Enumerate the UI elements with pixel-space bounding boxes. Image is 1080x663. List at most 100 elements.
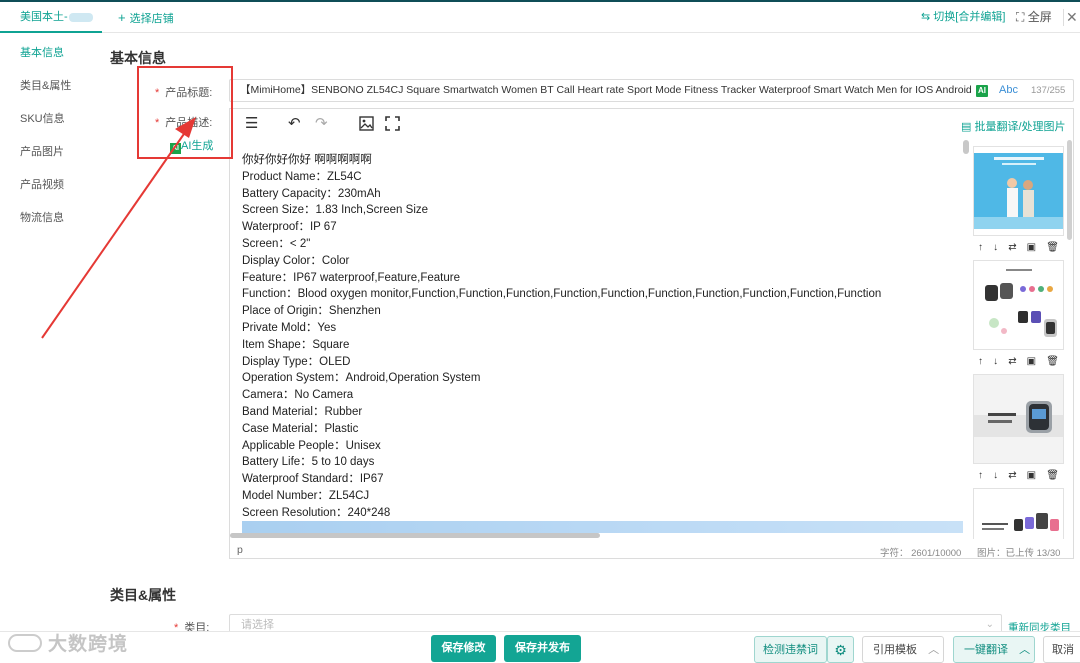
switch-merge-edit-button[interactable]: ⇆ 切换[合并编辑] [921, 2, 1005, 33]
replace-icon[interactable]: ⇄ [1008, 356, 1016, 367]
blurred-store-name [68, 12, 93, 22]
editor-line: Model Number：ZL54CJ [242, 489, 370, 502]
fullscreen-editor-icon[interactable] [385, 116, 400, 135]
product-title-input[interactable]: 【MimiHome】SENBONO ZL54CJ Square Smartwat… [229, 79, 1074, 102]
batch-translate-button[interactable]: ▤ 批量翻译/处理图片 [961, 118, 1066, 134]
arrow-down-icon[interactable]: ↓ [993, 356, 998, 367]
watermark-logo-icon [8, 634, 42, 652]
ai-translate-icon[interactable]: AI [976, 85, 988, 97]
thumbnail-image[interactable] [973, 260, 1064, 350]
case-convert-button[interactable]: Abc [999, 84, 1018, 96]
editor-line: Display Type：OLED [242, 355, 351, 368]
editor-line: Private Mold：Yes [242, 321, 337, 334]
annotation-highlight-box [137, 66, 233, 159]
editor-line: Product Name：ZL54C [242, 170, 362, 183]
add-store-button[interactable]: + 选择店铺 [118, 2, 174, 33]
editor-line: 你好你好你好 啊啊啊啊啊 [242, 154, 372, 166]
thumbnail-scrollbar[interactable] [1067, 140, 1072, 240]
image-thumbnail-panel: ↑ ↓ ⇄ ▣ 🗑 ↑ ↓ ⇄ ▣ 🗑 ↑ ↓ ⇄ ▣ 🗑 [970, 142, 1068, 539]
watermark: 大数跨境 [8, 629, 128, 656]
thumbnail-actions: ↑ ↓ ⇄ ▣ 🗑 [973, 466, 1064, 484]
sidebar-item-images[interactable]: 产品图片 [20, 143, 64, 159]
list-icon[interactable]: ☰ [245, 116, 258, 132]
trash-icon[interactable]: 🗑 [1046, 242, 1059, 253]
sidebar-item-category[interactable]: 类目&属性 [20, 77, 71, 93]
horizontal-scrollbar[interactable] [230, 533, 600, 538]
category-placeholder: 请选择 [241, 619, 274, 631]
title-char-count: 137/255 [1031, 85, 1066, 96]
check-forbidden-words-button[interactable]: 检测违禁词 [754, 636, 827, 663]
quote-template-label: 引用模板 [873, 644, 917, 656]
batch-translate-label: 批量翻译/处理图片 [974, 121, 1066, 133]
section-title-basic-info: 基本信息 [110, 50, 166, 66]
selection-highlight [242, 521, 963, 533]
image-edit-icon[interactable]: ▣ [1027, 242, 1036, 253]
sidebar-item-sku[interactable]: SKU信息 [20, 110, 65, 126]
editor-line: Case Material：Plastic [242, 422, 359, 435]
editor-line: Waterproof：IP 67 [242, 221, 337, 234]
trash-icon[interactable]: 🗑 [1046, 356, 1059, 367]
editor-content[interactable]: 你好你好你好 啊啊啊啊啊 Product Name：ZL54C Battery Ca… [242, 152, 962, 522]
store-tab[interactable]: 美国本土- [0, 2, 102, 33]
section-title-category: 类目&属性 [110, 587, 177, 603]
top-bar: 美国本土- + 选择店铺 ⇆ 切换[合并编辑] ⛶ 全屏 ✕ [0, 0, 1080, 33]
fullscreen-label: 全屏 [1027, 10, 1052, 24]
undo-icon[interactable]: ↶ [288, 116, 301, 132]
arrow-down-icon[interactable]: ↓ [993, 242, 998, 253]
gear-icon[interactable]: ⚙ [827, 636, 854, 663]
save-changes-button[interactable]: 保存修改 [431, 635, 496, 662]
arrow-up-icon[interactable]: ↑ [978, 470, 983, 481]
sidebar-item-video[interactable]: 产品视频 [20, 176, 64, 192]
element-path: p [237, 544, 243, 556]
quote-template-button[interactable]: 引用模板 ︿ [862, 636, 944, 663]
swap-icon: ⇆ [921, 11, 931, 23]
one-click-translate-button[interactable]: 一键翻译 ︿ [953, 636, 1035, 663]
editor-line: Battery Life：5 to 10 days [242, 456, 375, 469]
thumbnail-image[interactable] [973, 146, 1064, 236]
editor-line: Band Material：Rubber [242, 405, 363, 418]
thumbnail-actions: ↑ ↓ ⇄ ▣ 🗑 [973, 352, 1064, 370]
trash-icon[interactable]: 🗑 [1046, 470, 1059, 481]
sidebar-item-basic-info[interactable]: 基本信息 [20, 44, 64, 60]
add-store-label: 选择店铺 [129, 13, 174, 25]
editor-line: Function：Blood oxygen monitor,Function,F… [242, 288, 882, 301]
editor-line: Waterproof Standard：IP67 [242, 473, 384, 486]
editor-line: Item Shape：Square [242, 338, 350, 351]
replace-icon[interactable]: ⇄ [1008, 470, 1016, 481]
chevron-up-icon: ︿ [928, 644, 940, 656]
arrow-up-icon[interactable]: ↑ [978, 356, 983, 367]
redo-icon[interactable]: ↷ [315, 116, 328, 132]
editor-line: Camera：No Camera [242, 389, 354, 402]
editor-line: Screen Size：1.83 Inch,Screen Size [242, 204, 429, 217]
vertical-scrollbar[interactable] [963, 140, 969, 154]
divider [1063, 9, 1064, 26]
close-icon[interactable]: ✕ [1066, 2, 1078, 33]
editor-line: Applicable People：Unisex [242, 439, 381, 452]
editor-line: Display Color：Color [242, 254, 350, 267]
sidebar: 基本信息 类目&属性 SKU信息 产品图片 产品视频 物流信息 [0, 33, 94, 663]
fullscreen-button[interactable]: ⛶ 全屏 [1016, 2, 1052, 33]
editor-line: Place of Origin：Shenzhen [242, 305, 381, 318]
replace-icon[interactable]: ⇄ [1008, 242, 1016, 253]
sidebar-item-logistics[interactable]: 物流信息 [20, 209, 64, 225]
image-edit-icon[interactable]: ▣ [1027, 356, 1036, 367]
image-upload-count: 图片：已上传 13/30 [977, 548, 1061, 559]
save-publish-button[interactable]: 保存并发布 [504, 635, 581, 662]
watermark-text: 大数跨境 [48, 634, 129, 655]
arrow-down-icon[interactable]: ↓ [993, 470, 998, 481]
thumbnail-image[interactable] [973, 488, 1064, 539]
expand-icon: ⛶ [1016, 10, 1025, 24]
editor-line: Battery Capacity：230mAh [242, 187, 381, 200]
image-icon[interactable] [359, 116, 374, 135]
plus-icon: + [118, 10, 126, 25]
thumbnail-image[interactable] [973, 374, 1064, 464]
thumbnail-actions: ↑ ↓ ⇄ ▣ 🗑 [973, 238, 1064, 256]
cancel-button[interactable]: 取消 [1043, 636, 1080, 663]
image-edit-icon[interactable]: ▣ [1027, 470, 1036, 481]
chevron-up-icon: ︿ [1019, 644, 1031, 656]
switch-edit-label: 切换[合并编辑] [933, 11, 1006, 23]
store-tab-label: 美国本土- [20, 11, 68, 23]
document-icon: ▤ [961, 121, 972, 133]
arrow-up-icon[interactable]: ↑ [978, 242, 983, 253]
translate-label: 一键翻译 [964, 644, 1008, 656]
